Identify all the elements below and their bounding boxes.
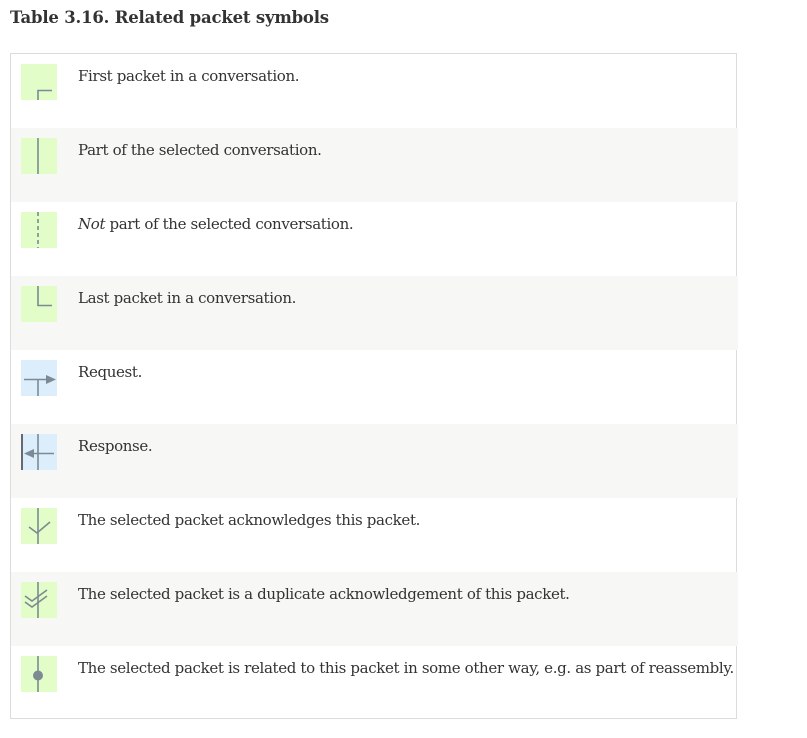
row-description: Response. [78,437,153,455]
row-description: First packet in a conversation. [78,67,300,85]
ack-icon [21,508,57,544]
first-packet-icon [21,64,57,100]
related-packet-symbols-table: First packet in a conversation. Part of … [10,53,738,720]
selected-conversation-icon [21,138,57,174]
table-caption: Table 3.16. Related packet symbols [10,8,329,27]
table-row: First packet in a conversation. [11,54,738,128]
table-row: The selected packet is a duplicate ackno… [11,572,738,646]
duplicate-ack-icon [21,582,57,618]
table-row: Not part of the selected conversation. [11,202,738,276]
row-description: Part of the selected conversation. [78,141,322,159]
row-description: Request. [78,363,143,381]
row-description: The selected packet is a duplicate ackno… [78,585,570,603]
row-description: Last packet in a conversation. [78,289,297,307]
response-icon [21,434,57,470]
table-row: The selected packet acknowledges this pa… [11,498,738,572]
not-selected-conversation-icon [21,212,57,248]
description-text: part of the selected conversation. [105,215,354,233]
table-row: Response. [11,424,738,498]
table-row: Request. [11,350,738,424]
related-other-icon [21,656,57,692]
table-row: Part of the selected conversation. [11,128,738,202]
row-description: Not part of the selected conversation. [78,215,354,233]
last-packet-icon [21,286,57,322]
table-row: Last packet in a conversation. [11,276,738,350]
request-icon [21,360,57,396]
emphasis-text: Not [78,215,106,233]
table-row: The selected packet is related to this p… [11,646,738,720]
row-description: The selected packet is related to this p… [78,659,734,677]
row-description: The selected packet acknowledges this pa… [78,511,421,529]
